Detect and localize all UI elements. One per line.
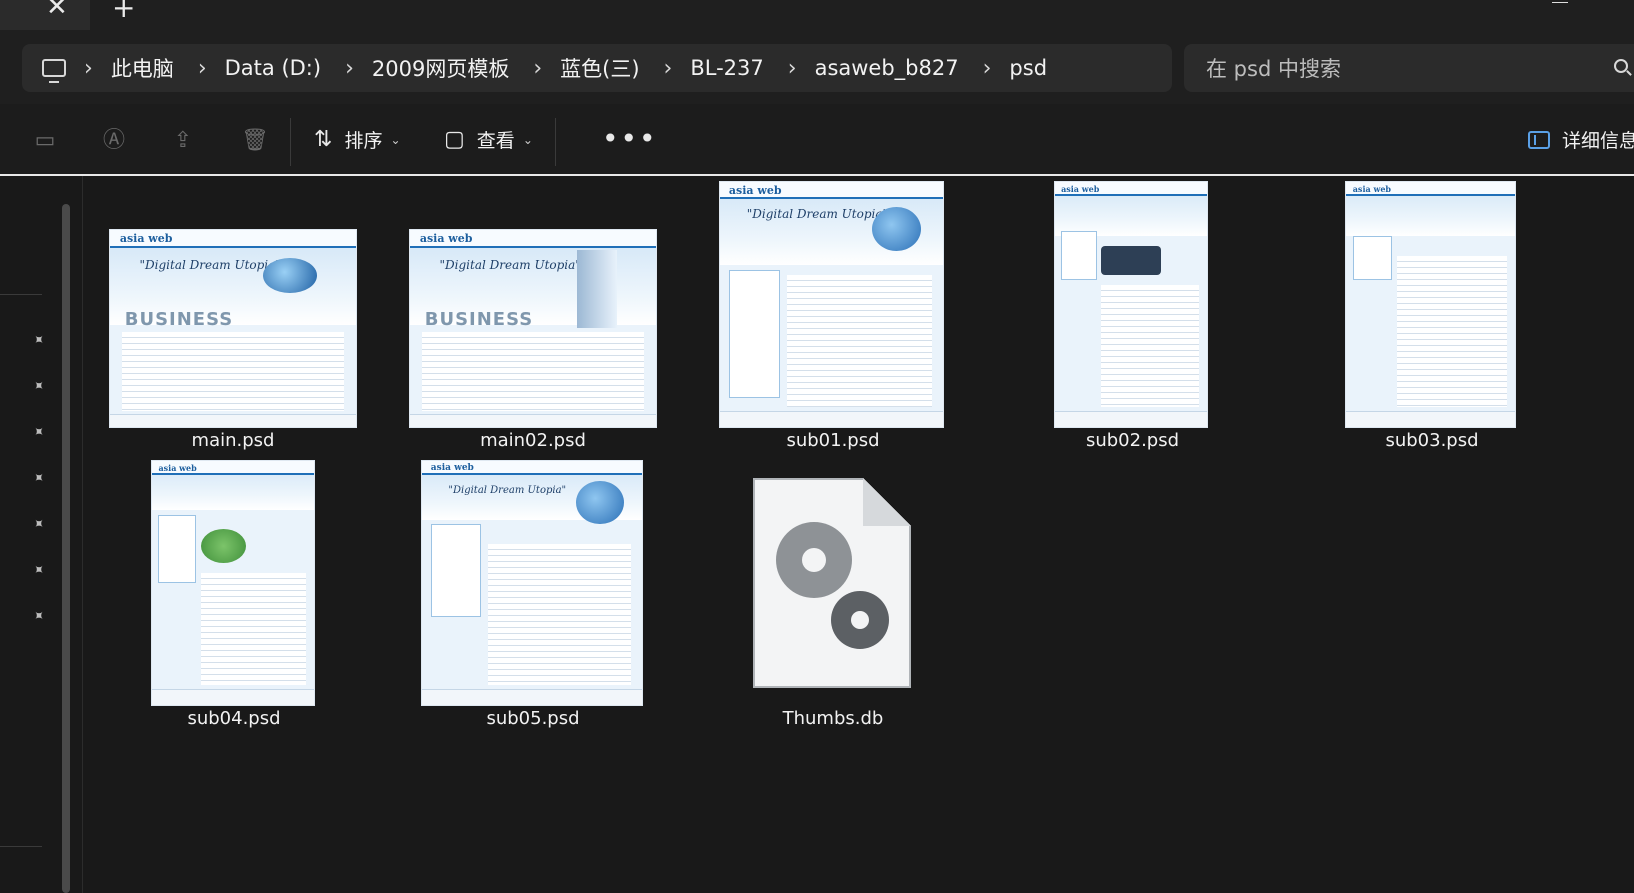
file-name[interactable]: sub04.psd xyxy=(152,708,316,729)
file-thumbnail-sub04[interactable]: asia web xyxy=(152,461,314,705)
chevron-down-icon: ⌄ xyxy=(390,132,401,147)
gear-icon xyxy=(831,591,889,649)
details-label: 详细信息 xyxy=(1562,130,1634,152)
pin-icon[interactable]: ✦ xyxy=(28,560,49,581)
chevron-right-icon[interactable]: › xyxy=(533,56,542,81)
pin-icon[interactable]: ✦ xyxy=(28,422,49,443)
share-icon[interactable]: ⇪ xyxy=(172,130,194,152)
thumb-tagline: "Digital Dream Utopia" xyxy=(448,485,567,497)
chevron-right-icon[interactable]: › xyxy=(198,56,207,81)
thumb-logo: asia web xyxy=(419,231,473,245)
file-name[interactable]: sub01.psd xyxy=(720,430,946,451)
thumb-logo: asia web xyxy=(1352,184,1392,195)
file-thumbnail-sub01[interactable]: asia web "Digital Dream Utopia" xyxy=(720,182,943,427)
rename-icon[interactable]: Ⓐ xyxy=(103,130,125,152)
chevron-down-icon: ⌄ xyxy=(522,132,533,147)
active-tab[interactable]: ✕ xyxy=(0,0,90,30)
pin-icon[interactable]: ✦ xyxy=(28,514,49,535)
details-button[interactable]: 详细信息 xyxy=(1528,126,1634,153)
pin-icon[interactable]: ✦ xyxy=(28,468,49,489)
paste-icon[interactable]: ▭ xyxy=(34,130,56,152)
chevron-right-icon[interactable]: › xyxy=(983,56,992,81)
file-name[interactable]: Thumbs.db xyxy=(733,708,933,729)
gear-icon xyxy=(776,522,852,598)
view-icon: ▢ xyxy=(444,127,465,152)
thumb-logo: asia web xyxy=(119,231,173,245)
navigation-pane[interactable]: ✦ ✦ ✦ ✦ ✦ ✦ ✦ xyxy=(0,176,83,893)
page-fold-icon xyxy=(863,478,911,526)
new-tab-icon[interactable]: + xyxy=(112,0,135,22)
sort-icon: ⇅ xyxy=(314,127,333,152)
chevron-right-icon[interactable]: › xyxy=(84,56,93,81)
thumb-logo: asia web xyxy=(1061,184,1100,195)
breadcrumb-item[interactable]: asaweb_b827 xyxy=(815,56,959,80)
computer-icon[interactable] xyxy=(42,59,66,83)
toolbar-divider xyxy=(555,118,556,166)
file-thumbnail-main02[interactable]: asia web "Digital Dream Utopia" BUSINESS xyxy=(410,230,656,427)
sort-label: 排序 xyxy=(344,130,383,152)
thumb-tagline: "Digital Dream Utopia" xyxy=(139,257,281,272)
file-thumbnail-sub02[interactable]: asia web xyxy=(1055,182,1207,427)
file-name[interactable]: sub02.psd xyxy=(1055,430,1210,451)
file-name[interactable]: main.psd xyxy=(110,430,356,451)
thumb-tagline: "Digital Dream Utopia" xyxy=(439,257,581,272)
breadcrumb-item-current[interactable]: psd xyxy=(1009,56,1047,80)
thumb-logo: asia web xyxy=(158,463,197,474)
minimize-icon[interactable] xyxy=(1552,0,1568,3)
thumb-tagline: "Digital Dream Utopia" xyxy=(746,206,889,221)
search-placeholder: 在 psd 中搜索 xyxy=(1206,57,1341,81)
search-input[interactable]: 在 psd 中搜索 xyxy=(1184,44,1634,92)
close-tab-icon[interactable]: ✕ xyxy=(46,0,68,20)
file-name[interactable]: sub03.psd xyxy=(1346,430,1518,451)
breadcrumb-item[interactable]: 2009网页模板 xyxy=(372,53,509,83)
pin-icon[interactable]: ✦ xyxy=(28,606,49,627)
file-thumbnail-sub05[interactable]: asia web "Digital Dream Utopia" xyxy=(422,461,642,705)
nav-divider xyxy=(0,846,42,847)
view-label: 查看 xyxy=(476,130,515,152)
file-thumbnail-sub03[interactable]: asia web xyxy=(1346,182,1515,427)
tab-strip: ✕ + xyxy=(0,0,1634,30)
more-options-icon[interactable]: ••• xyxy=(602,122,658,155)
breadcrumb[interactable]: › 此电脑 › Data (D:) › 2009网页模板 › 蓝色(三) › B… xyxy=(22,44,1172,92)
file-thumbnail-main[interactable]: asia web "Digital Dream Utopia" BUSINESS xyxy=(110,230,356,427)
breadcrumb-item[interactable]: 蓝色(三) xyxy=(560,53,639,83)
search-icon[interactable] xyxy=(1614,59,1628,73)
view-button[interactable]: ▢ 查看 ⌄ xyxy=(444,126,533,153)
chevron-right-icon[interactable]: › xyxy=(788,56,797,81)
thumb-business-text: BUSINESS xyxy=(424,308,534,330)
pin-icon[interactable]: ✦ xyxy=(28,376,49,397)
details-pane-icon xyxy=(1528,130,1550,149)
command-bar: ▭ Ⓐ ⇪ 🗑 ⇅ 排序 ⌄ ▢ 查看 ⌄ ••• 详细信息 xyxy=(0,104,1634,176)
nav-divider xyxy=(0,294,42,295)
thumb-business-text: BUSINESS xyxy=(124,308,234,330)
breadcrumb-item[interactable]: BL-237 xyxy=(690,56,763,80)
thumb-logo: asia web xyxy=(430,463,474,474)
chevron-right-icon[interactable]: › xyxy=(345,56,354,81)
nav-scrollbar[interactable] xyxy=(62,204,70,893)
pin-icon[interactable]: ✦ xyxy=(28,330,49,351)
file-name[interactable]: sub05.psd xyxy=(422,708,644,729)
thumb-logo: asia web xyxy=(728,184,782,198)
file-name[interactable]: main02.psd xyxy=(410,430,656,451)
chevron-right-icon[interactable]: › xyxy=(664,56,673,81)
sort-button[interactable]: ⇅ 排序 ⌄ xyxy=(314,126,401,153)
delete-icon[interactable]: 🗑 xyxy=(241,130,269,152)
toolbar-divider xyxy=(290,118,291,166)
breadcrumb-item[interactable]: Data (D:) xyxy=(225,56,321,80)
breadcrumb-item[interactable]: 此电脑 xyxy=(111,53,174,83)
